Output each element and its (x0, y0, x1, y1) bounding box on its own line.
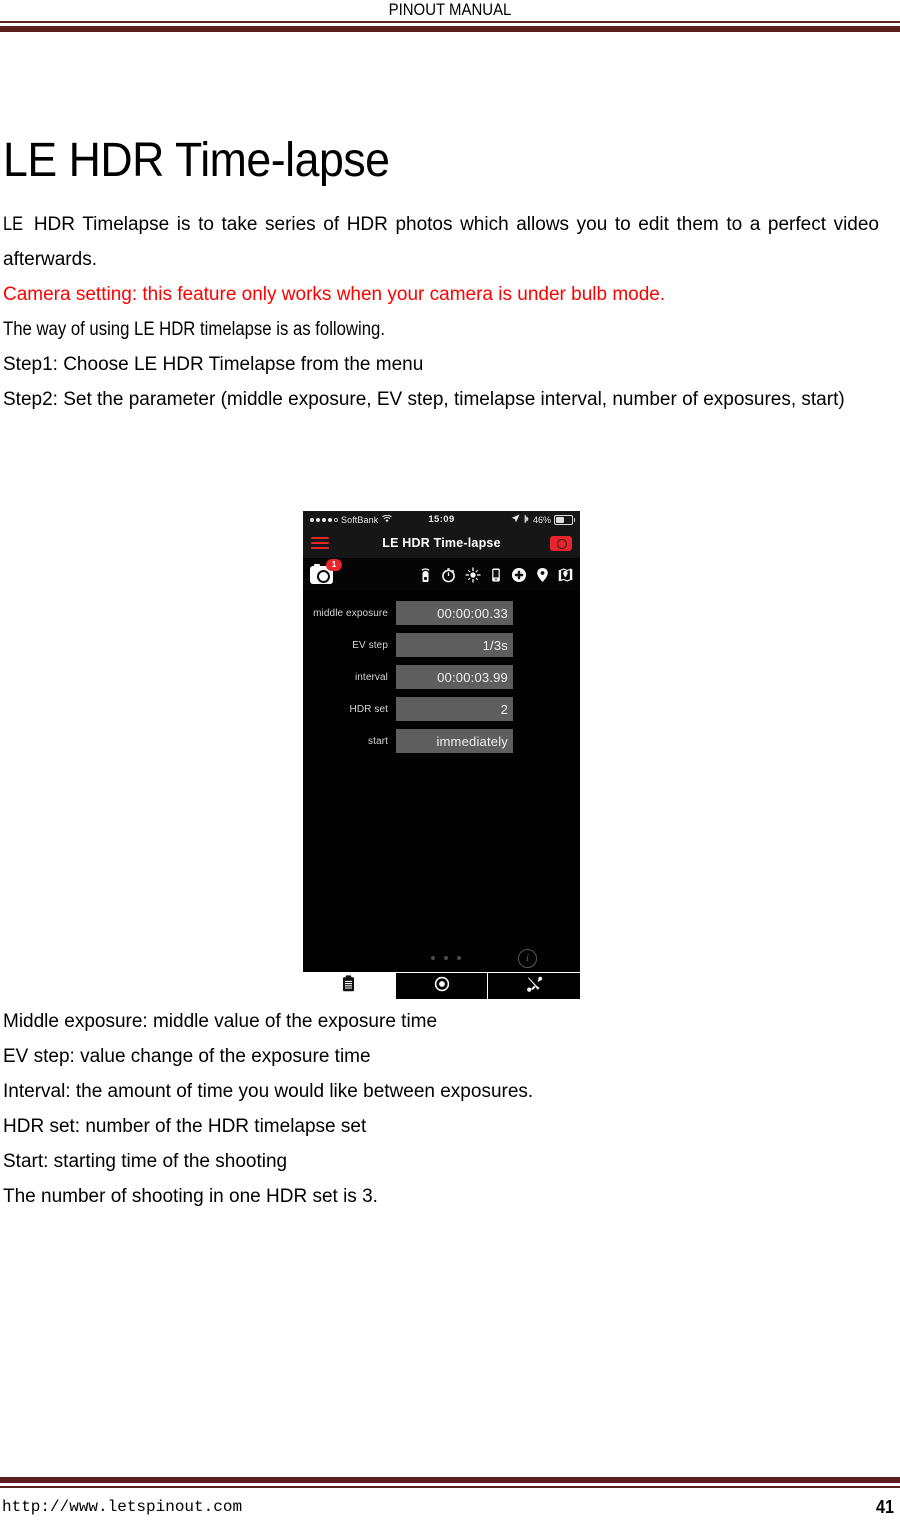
page-number: 41 (875, 1497, 894, 1517)
param-label: interval (354, 671, 388, 683)
usage-tail: HDR timelapse is as following. (154, 319, 385, 340)
plus-circle-icon[interactable] (511, 567, 527, 583)
tab-record[interactable] (394, 973, 488, 999)
definition-hdr-set: HDR set: number of the HDR timelapse set (3, 1116, 367, 1137)
document-content: LE HDR Time-lapse LE HDR Timelapse is to… (3, 52, 879, 417)
param-label: start (368, 735, 388, 747)
usage-line: The way of using LE HDR timelapse is as … (3, 312, 774, 347)
definition-ev-step: EV step: value change of the exposure ti… (3, 1046, 371, 1067)
tab-clipboard[interactable] (303, 973, 395, 999)
camera-setting-warning: Camera setting: this feature only works … (3, 284, 666, 305)
stopwatch-icon[interactable] (441, 567, 456, 583)
location-arrow-icon (511, 514, 520, 525)
param-row-middle-exposure[interactable]: middle exposure 00:00:00.33 (303, 601, 580, 625)
battery-icon (554, 514, 575, 525)
param-value-field[interactable]: 1/3s (396, 633, 513, 657)
definition-interval: Interval: the amount of time you would l… (3, 1081, 534, 1102)
footer-url[interactable]: http://www.letspinout.com (2, 1498, 242, 1516)
info-icon[interactable]: i (518, 949, 537, 968)
app-nav-bar: LE HDR Time-lapse (303, 528, 580, 558)
intro-text: HDR Timelapse is to take series of HDR p… (3, 214, 879, 270)
phone-screenshot: SoftBank 15:09 46% LE HDR Time-lapse 1 m… (303, 511, 580, 999)
wireless-remote-icon[interactable] (419, 567, 432, 583)
page-header: PINOUT MANUAL (0, 0, 900, 38)
focus-target-icon[interactable] (465, 567, 481, 583)
location-pin-icon[interactable] (536, 567, 549, 583)
camera-icon[interactable] (550, 535, 572, 551)
intro-lead-le: LE (3, 214, 23, 235)
param-row-hdr-set[interactable]: HDR set 2 (303, 697, 580, 721)
definition-middle-exposure: Middle exposure: middle value of the exp… (3, 1011, 438, 1032)
step2-line: Step2: Set the parameter (middle exposur… (3, 389, 845, 410)
intro-paragraph: LE HDR Timelapse is to take series of HD… (3, 207, 879, 277)
toolbar-icon-group (419, 567, 573, 583)
footer-rule-thick (0, 1477, 900, 1483)
page-header-title: PINOUT MANUAL (388, 0, 512, 19)
bottom-tab-bar (303, 972, 580, 999)
phone-screen: SoftBank 15:09 46% LE HDR Time-lapse 1 m… (303, 511, 580, 999)
footer-rule-thin (0, 1486, 900, 1488)
param-value-field[interactable]: 2 (396, 697, 513, 721)
app-toolbar: 1 (303, 558, 580, 591)
param-label: EV step (352, 639, 388, 651)
param-row-ev-step[interactable]: EV step 1/3s (303, 633, 580, 657)
tab-tools[interactable] (487, 973, 580, 999)
usage-le: LE (134, 319, 155, 340)
param-row-start[interactable]: start immediately (303, 729, 580, 753)
hamburger-menu-icon[interactable] (311, 536, 329, 550)
param-label: middle exposure (313, 607, 388, 619)
header-rule-thin (0, 21, 900, 23)
clipboard-icon (342, 975, 355, 997)
page-indicator-dots (431, 956, 461, 960)
camera-shots-badge: 1 (326, 558, 342, 571)
app-title: LE HDR Time-lapse (382, 536, 501, 550)
parameter-list: middle exposure 00:00:00.33 EV step 1/3s… (303, 591, 580, 753)
record-circle-icon (434, 976, 450, 997)
header-rule-thick (0, 26, 900, 32)
definition-shooting-count: The number of shooting in one HDR set is… (3, 1186, 378, 1207)
definitions-block: Middle exposure: middle value of the exp… (3, 1004, 879, 1214)
param-row-interval[interactable]: interval 00:00:03.99 (303, 665, 580, 689)
param-value-field[interactable]: 00:00:00.33 (396, 601, 513, 625)
device-icon[interactable] (490, 567, 502, 583)
usage-lead: The way of using (3, 319, 135, 340)
page-title: LE HDR Time-lapse (3, 134, 390, 187)
tools-wrench-icon (526, 976, 543, 997)
param-value-field[interactable]: 00:00:03.99 (396, 665, 513, 689)
battery-percent-label: 46% (532, 514, 551, 525)
status-bar-right: 46% (511, 514, 575, 526)
param-value-field[interactable]: immediately (396, 729, 513, 753)
bluetooth-icon (523, 514, 530, 526)
screen-bottom-area: i (303, 945, 580, 973)
map-pin-icon[interactable] (558, 567, 573, 583)
param-label: HDR set (349, 703, 388, 715)
camera-shots-button[interactable]: 1 (310, 558, 342, 584)
step1-line: Step1: Choose LE HDR Timelapse from the … (3, 354, 424, 375)
definition-start: Start: starting time of the shooting (3, 1151, 288, 1172)
status-bar: SoftBank 15:09 46% (303, 511, 580, 528)
page-footer: http://www.letspinout.com 41 (0, 1477, 900, 1527)
